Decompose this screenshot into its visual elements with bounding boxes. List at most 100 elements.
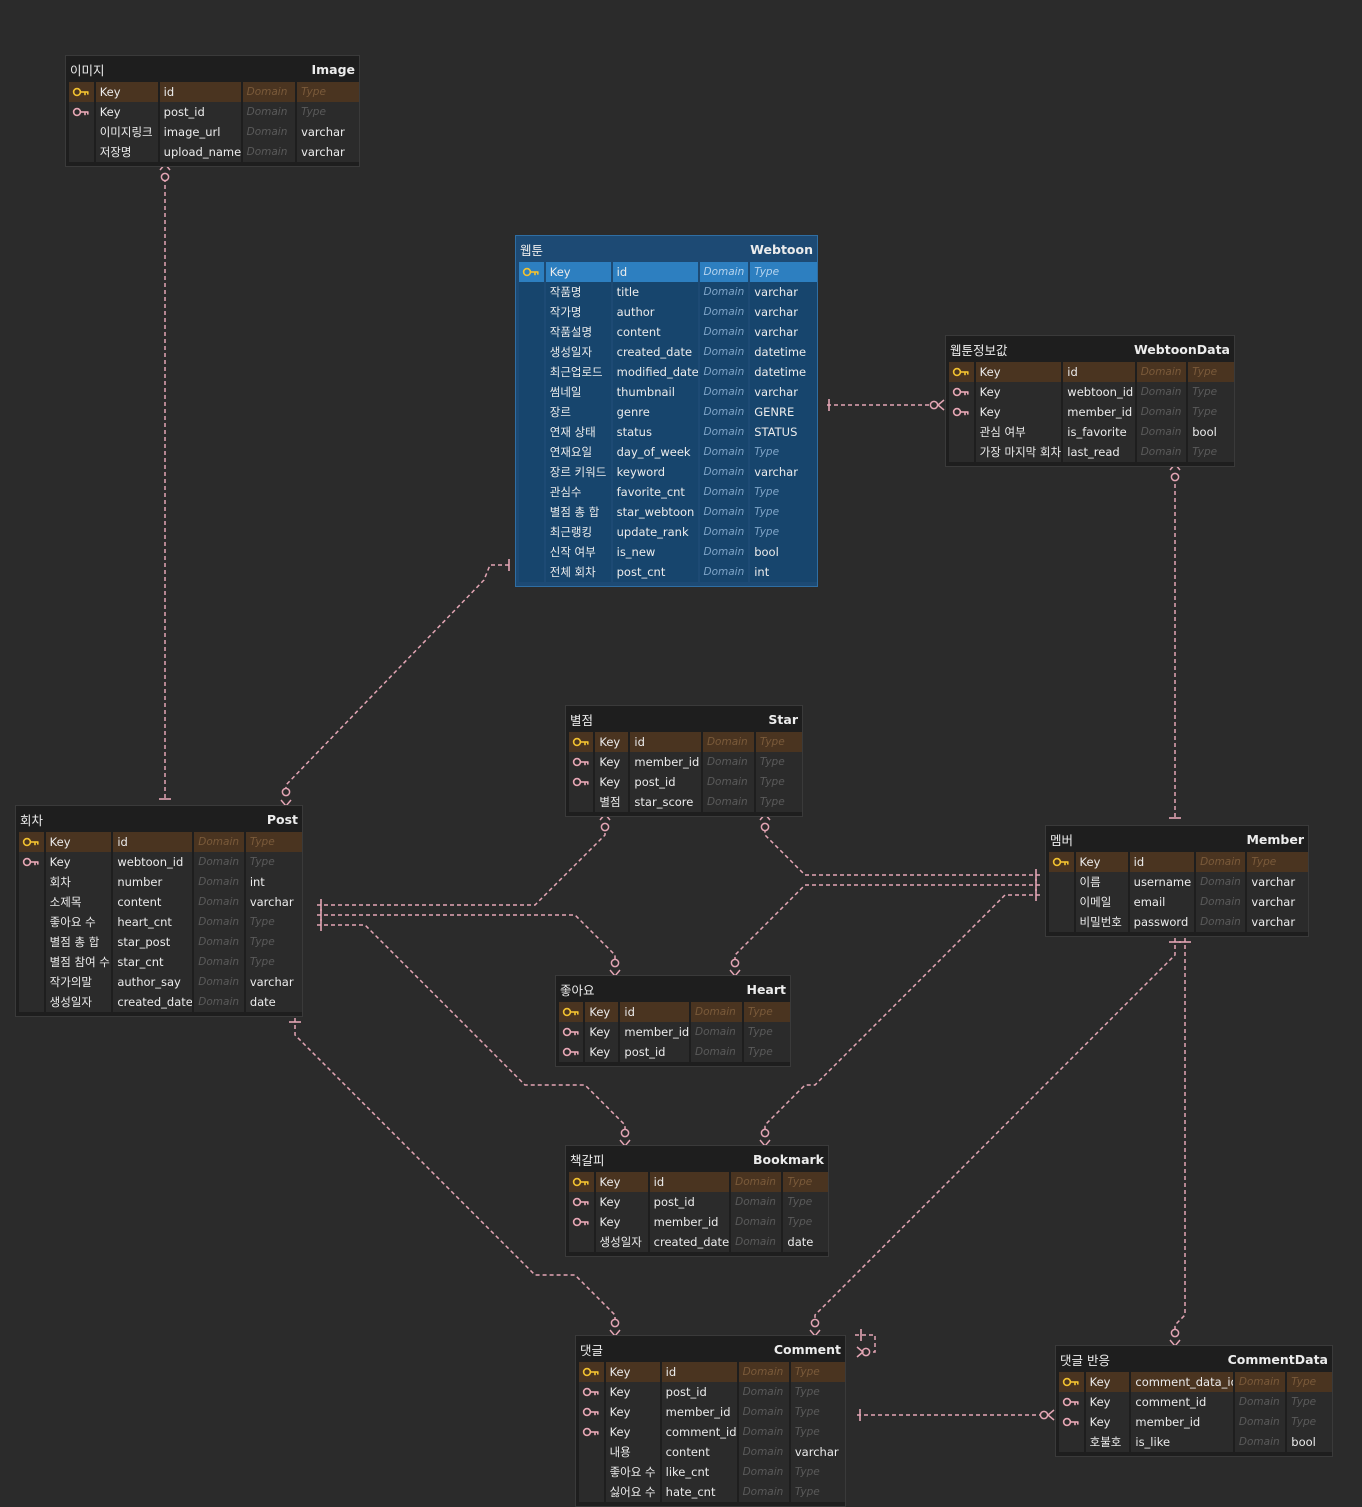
column-domain: Domain — [699, 322, 749, 342]
entity-post[interactable]: 회차 Post Key id Domain Type Key webtoon_id Domain… — [15, 805, 303, 1017]
column-row[interactable]: Key webtoon_id Domain Type — [946, 382, 1235, 402]
column-row[interactable]: Key member_id Domain Type — [1056, 1412, 1332, 1432]
column-row[interactable]: Key member_id Domain Type — [946, 402, 1235, 422]
column-row[interactable]: 저장명 upload_name Domain varchar — [66, 142, 360, 162]
column-row[interactable]: 별점 총 합 star_webtoon Domain Type — [516, 502, 818, 522]
entity-header[interactable]: 회차 Post — [16, 806, 302, 832]
column-row[interactable]: 장르 키워드 keyword Domain varchar — [516, 462, 818, 482]
entity-header[interactable]: 웹툰정보값 WebtoonData — [946, 336, 1234, 362]
entity-image[interactable]: 이미지 Image Key id Domain Type Key post_id Domain T… — [65, 55, 360, 167]
column-row[interactable]: Key comment_id Domain Type — [1056, 1392, 1332, 1412]
column-row[interactable]: Key id Domain Type — [1046, 852, 1308, 872]
column-row[interactable]: 신작 여부 is_new Domain bool — [516, 542, 818, 562]
column-row[interactable]: Key id Domain Type — [556, 1002, 790, 1022]
column-domain: Domain — [699, 382, 749, 402]
entity-header[interactable]: 책갈피 Bookmark — [566, 1146, 828, 1172]
column-row[interactable]: 연재 상태 status Domain STATUS — [516, 422, 818, 442]
column-row[interactable]: 장르 genre Domain GENRE — [516, 402, 818, 422]
column-row[interactable]: 내용 content Domain varchar — [576, 1442, 845, 1462]
entity-star[interactable]: 별점 Star Key id Domain Type Key member_id Domain T… — [565, 705, 803, 817]
column-logical-name: 장르 — [545, 402, 611, 422]
column-row[interactable]: 가장 마지막 회차 last_read Domain Type — [946, 442, 1235, 462]
column-row[interactable]: 관심수 favorite_cnt Domain Type — [516, 482, 818, 502]
entity-header[interactable]: 좋아요 Heart — [556, 976, 790, 1002]
column-row[interactable]: 작가의말 author_say Domain varchar — [16, 972, 302, 992]
column-row[interactable]: Key post_id Domain Type — [576, 1382, 845, 1402]
column-row[interactable]: Key member_id Domain Type — [566, 752, 802, 772]
entity-header[interactable]: 별점 Star — [566, 706, 802, 732]
column-logical-name: Key — [95, 102, 158, 122]
column-icon-cell — [569, 1232, 594, 1252]
entity-commentdata[interactable]: 댓글 반응 CommentData Key comment_data_id Domain… — [1055, 1345, 1333, 1457]
entity-header[interactable]: 이미지 Image — [66, 56, 359, 82]
column-row[interactable]: 소제목 content Domain varchar — [16, 892, 302, 912]
column-row[interactable]: 썸네일 thumbnail Domain varchar — [516, 382, 818, 402]
foreign-key-icon — [1059, 1392, 1084, 1412]
entity-webtoondata[interactable]: 웹툰정보값 WebtoonData Key id Domain Type Key webtoo… — [945, 335, 1235, 467]
entity-webtoon[interactable]: 웹툰 Webtoon Key id Domain Type 작품명 title Domain va… — [515, 235, 818, 587]
entity-header[interactable]: 웹툰 Webtoon — [516, 236, 817, 262]
column-row[interactable]: 관심 여부 is_favorite Domain bool — [946, 422, 1235, 442]
column-row[interactable]: 최근랭킹 update_rank Domain Type — [516, 522, 818, 542]
column-row[interactable]: 생성일자 created_date Domain date — [566, 1232, 828, 1252]
column-row[interactable]: 별점 참여 수 star_cnt Domain Type — [16, 952, 302, 972]
column-row[interactable]: 이메일 email Domain varchar — [1046, 892, 1308, 912]
column-row[interactable]: 최근업로드 modified_date Domain datetime — [516, 362, 818, 382]
column-row[interactable]: Key id Domain Type — [566, 732, 802, 752]
column-row[interactable]: 별점 star_score Domain Type — [566, 792, 802, 812]
column-logical-name: 별점 총 합 — [45, 932, 112, 952]
column-domain: Domain — [242, 102, 296, 122]
column-physical-name: webtoon_id — [1063, 382, 1135, 402]
column-row[interactable]: 비밀번호 password Domain varchar — [1046, 912, 1308, 932]
column-logical-name: 관심수 — [545, 482, 611, 502]
column-row[interactable]: Key id Domain Type — [576, 1362, 845, 1382]
zero-marker — [610, 1318, 620, 1328]
column-row[interactable]: 좋아요 수 like_cnt Domain Type — [576, 1462, 845, 1482]
entity-header[interactable]: 댓글 반응 CommentData — [1056, 1346, 1332, 1372]
column-row[interactable]: 연재요일 day_of_week Domain Type — [516, 442, 818, 462]
column-row[interactable]: 전체 회차 post_cnt Domain int — [516, 562, 818, 582]
entity-header[interactable]: 댓글 Comment — [576, 1336, 845, 1362]
entity-bookmark[interactable]: 책갈피 Bookmark Key id Domain Type Key post_id Doma… — [565, 1145, 829, 1257]
column-physical-name: post_id — [661, 1382, 737, 1402]
column-row[interactable]: Key id Domain Type — [66, 82, 360, 102]
column-row[interactable]: Key id Domain Type — [16, 832, 302, 852]
column-row[interactable]: 생성일자 created_date Domain datetime — [516, 342, 818, 362]
column-row[interactable]: Key id Domain Type — [566, 1172, 828, 1192]
column-type: date — [783, 1232, 828, 1252]
column-row[interactable]: 생성일자 created_date Domain date — [16, 992, 302, 1012]
column-row[interactable]: Key id Domain Type — [516, 262, 818, 282]
column-row[interactable]: Key member_id Domain Type — [576, 1402, 845, 1422]
column-row[interactable]: 이름 username Domain varchar — [1046, 872, 1308, 892]
column-physical-name: title — [612, 282, 698, 302]
column-row[interactable]: Key member_id Domain Type — [566, 1212, 828, 1232]
column-domain: Domain — [194, 852, 244, 872]
column-row[interactable]: 좋아요 수 heart_cnt Domain Type — [16, 912, 302, 932]
column-row[interactable]: 별점 총 합 star_post Domain Type — [16, 932, 302, 952]
primary-key-icon — [949, 362, 974, 382]
column-row[interactable]: 이미지링크 image_url Domain varchar — [66, 122, 360, 142]
column-row[interactable]: 작가명 author Domain varchar — [516, 302, 818, 322]
column-row[interactable]: Key id Domain Type — [946, 362, 1235, 382]
column-row[interactable]: 회차 number Domain int — [16, 872, 302, 892]
entity-member[interactable]: 멤버 Member Key id Domain Type 이름 username Domain v… — [1045, 825, 1309, 937]
column-row[interactable]: Key post_id Domain Type — [566, 1192, 828, 1212]
entity-comment[interactable]: 댓글 Comment Key id Domain Type Key post_id Domain… — [575, 1335, 846, 1507]
column-row[interactable]: 호불호 is_like Domain bool — [1056, 1432, 1332, 1452]
column-physical-name: member_id — [1131, 1412, 1233, 1432]
entity-heart[interactable]: 좋아요 Heart Key id Domain Type Key member_id Domai… — [555, 975, 791, 1067]
column-type: Type — [297, 102, 360, 122]
column-icon-cell — [519, 382, 544, 402]
column-row[interactable]: 작품명 title Domain varchar — [516, 282, 818, 302]
entity-header[interactable]: 멤버 Member — [1046, 826, 1308, 852]
column-row[interactable]: 작품설명 content Domain varchar — [516, 322, 818, 342]
column-row[interactable]: Key member_id Domain Type — [556, 1022, 790, 1042]
column-row[interactable]: Key post_id Domain Type — [566, 772, 802, 792]
column-row[interactable]: Key post_id Domain Type — [66, 102, 360, 122]
column-type: Type — [1188, 402, 1235, 422]
column-row[interactable]: Key post_id Domain Type — [556, 1042, 790, 1062]
column-row[interactable]: 싫어요 수 hate_cnt Domain Type — [576, 1482, 845, 1502]
column-row[interactable]: Key webtoon_id Domain Type — [16, 852, 302, 872]
column-row[interactable]: Key comment_data_id Domain Type — [1056, 1372, 1332, 1392]
column-row[interactable]: Key comment_id Domain Type — [576, 1422, 845, 1442]
